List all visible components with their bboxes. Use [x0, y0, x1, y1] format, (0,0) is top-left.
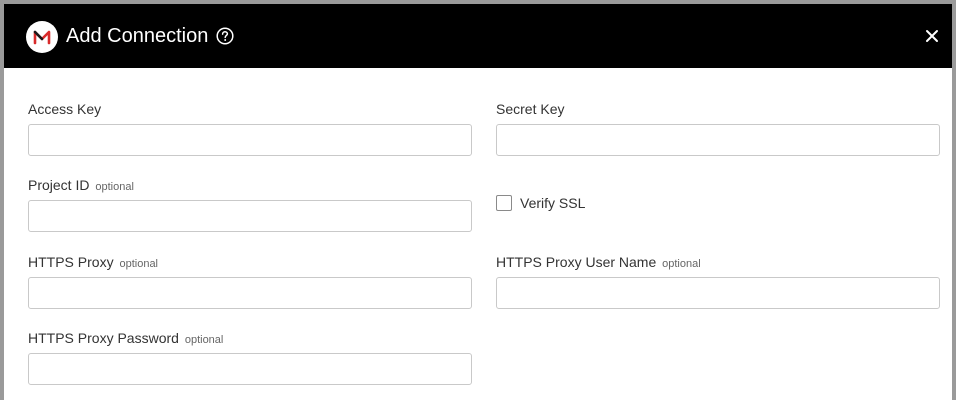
access-key-input[interactable] [28, 124, 472, 156]
project-id-input[interactable] [28, 200, 472, 232]
https-proxy-user-label: HTTPS Proxy User Name optional [496, 254, 701, 270]
verify-ssl-checkbox[interactable] [496, 195, 512, 211]
secret-key-input[interactable] [496, 124, 940, 156]
https-proxy-label: HTTPS Proxy optional [28, 254, 159, 270]
dialog-header: Add Connection [4, 4, 952, 68]
https-proxy-password-input[interactable] [28, 353, 472, 385]
https-proxy-user-input[interactable] [496, 277, 940, 309]
verify-ssl-label: Verify SSL [520, 195, 586, 211]
add-connection-dialog: Add Connection Access Key Secret Key Pro… [0, 0, 956, 400]
help-circle-icon[interactable] [216, 27, 234, 45]
optional-hint: optional [119, 258, 159, 270]
dialog-title: Add Connection [66, 25, 209, 47]
https-proxy-password-label: HTTPS Proxy Password optional [28, 330, 224, 346]
optional-hint: optional [95, 181, 134, 193]
verify-ssl-row: Verify SSL [496, 195, 585, 211]
access-key-label: Access Key [28, 101, 102, 117]
close-icon[interactable] [923, 27, 941, 45]
optional-hint: optional [184, 334, 224, 346]
project-id-label: Project ID optional [28, 177, 134, 193]
brand-m-logo-icon [26, 21, 58, 53]
https-proxy-input[interactable] [28, 277, 472, 309]
optional-hint: optional [662, 258, 701, 270]
secret-key-label: Secret Key [496, 101, 565, 117]
